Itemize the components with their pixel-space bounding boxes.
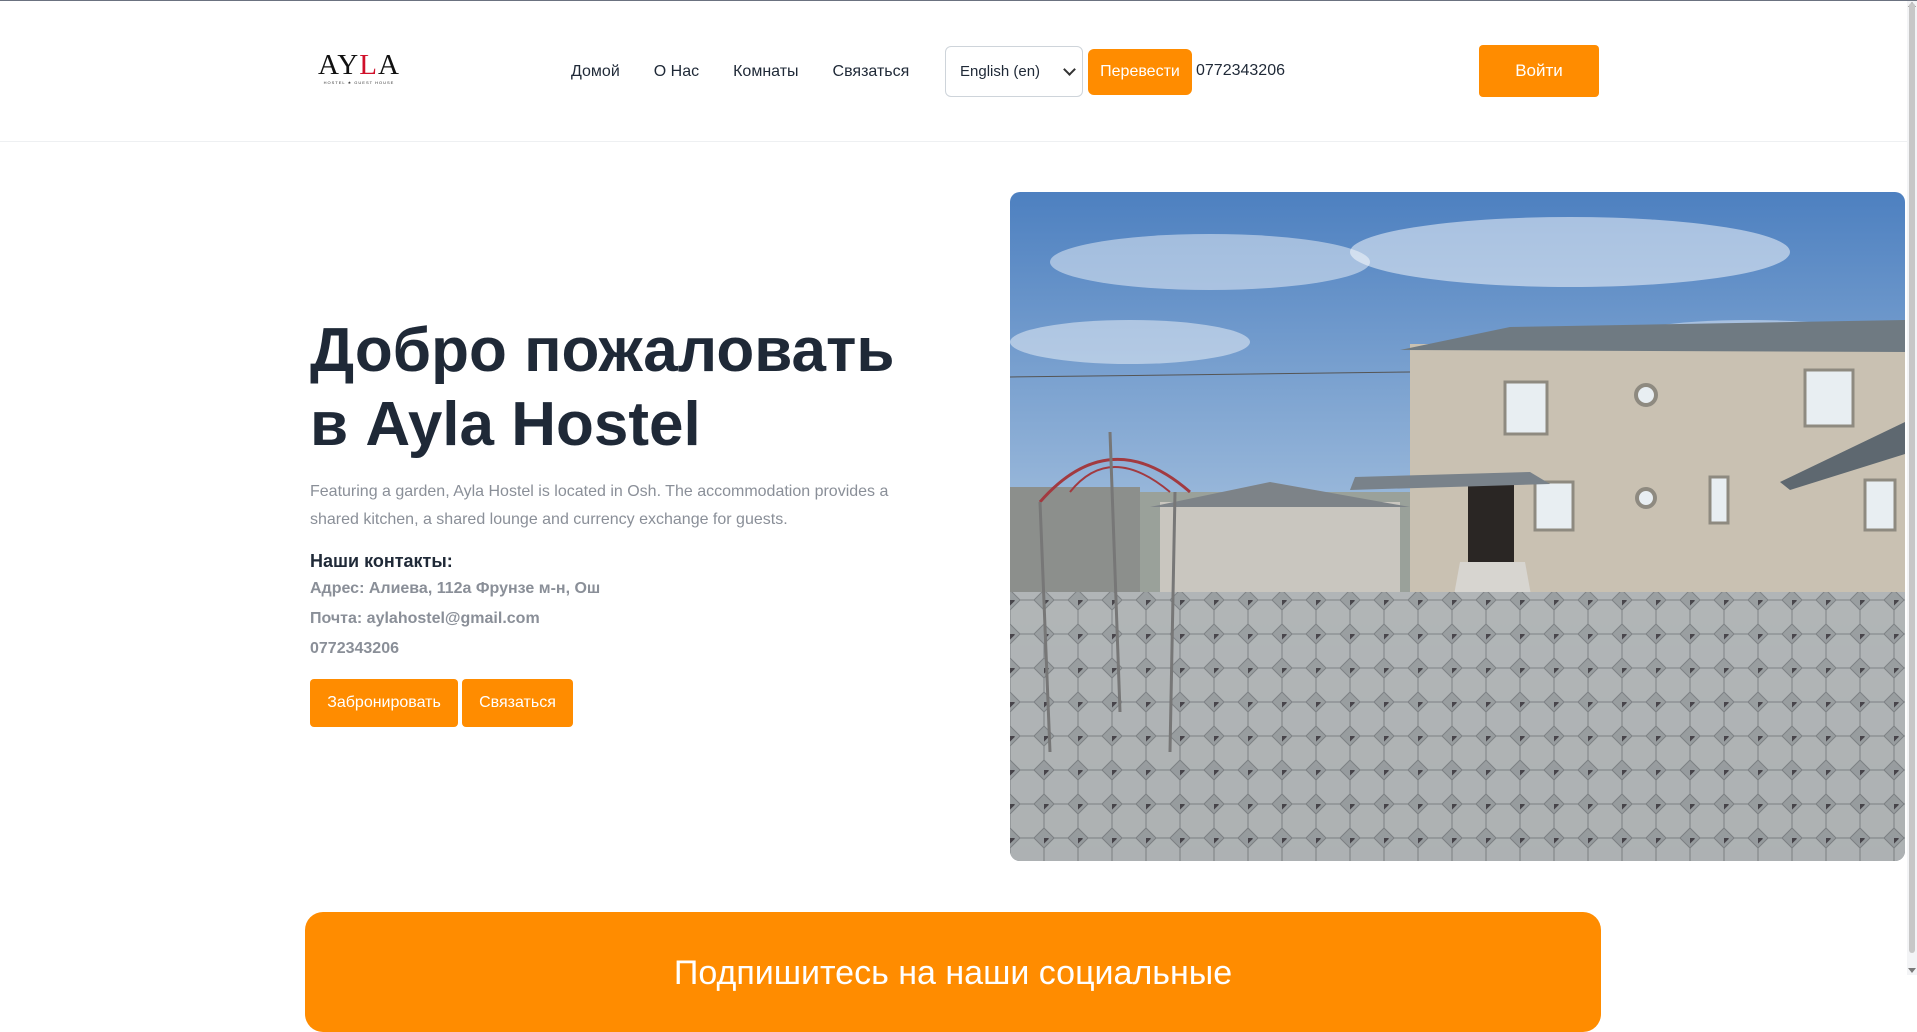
- language-select[interactable]: English (en): [945, 46, 1083, 97]
- hero-description: Featuring a garden, Ayla Hostel is locat…: [310, 483, 889, 528]
- book-button[interactable]: Забронировать: [310, 679, 458, 727]
- chevron-down-icon: [1063, 63, 1076, 76]
- logo-tagline: HOSTEL ★ GUEST HOUSE: [323, 80, 395, 85]
- main-nav: Домой О Нас Комнаты Связаться: [571, 63, 943, 83]
- header-phone[interactable]: 0772343206: [1196, 62, 1285, 80]
- site-header: AYLA HOSTEL ★ GUEST HOUSE Домой О Нас Ко…: [0, 1, 1907, 142]
- ayla-logo[interactable]: AYLA HOSTEL ★ GUEST HOUSE: [318, 51, 400, 87]
- social-promo-banner: Подпишитесь на наши социальные: [305, 912, 1601, 1032]
- contact-phone: 0772343206: [310, 640, 399, 657]
- logo-wordmark: AYLA: [318, 49, 400, 81]
- login-button[interactable]: Войти: [1479, 45, 1599, 97]
- translate-button[interactable]: Перевести: [1088, 49, 1192, 95]
- hero-title: Добро пожаловать в Ayla Hostel: [310, 314, 990, 462]
- nav-contact[interactable]: Связаться: [833, 63, 910, 83]
- contact-button[interactable]: Связаться: [462, 679, 573, 727]
- nav-rooms[interactable]: Комнаты: [733, 63, 798, 83]
- language-select-value: English (en): [960, 63, 1041, 80]
- promo-title: Подпишитесь на наши социальные: [673, 954, 1233, 992]
- scroll-down-arrow-icon[interactable]: [1908, 968, 1916, 973]
- contact-address: Адрес: Алиева, 112а Фрунзе м-н, Ош: [310, 580, 601, 597]
- page-scrollbar[interactable]: [1907, 1, 1917, 975]
- contacts-heading: Наши контакты:: [310, 551, 453, 571]
- hostel-photo: [1010, 192, 1905, 861]
- contact-email: Почта: aylahostel@gmail.com: [310, 610, 540, 627]
- nav-home[interactable]: Домой: [571, 63, 620, 83]
- nav-about[interactable]: О Нас: [654, 63, 699, 83]
- hero-title-line2: в Ayla Hostel: [310, 390, 701, 459]
- hero-title-line1: Добро пожаловать: [310, 316, 895, 385]
- scrollbar-thumb[interactable]: [1909, 3, 1915, 953]
